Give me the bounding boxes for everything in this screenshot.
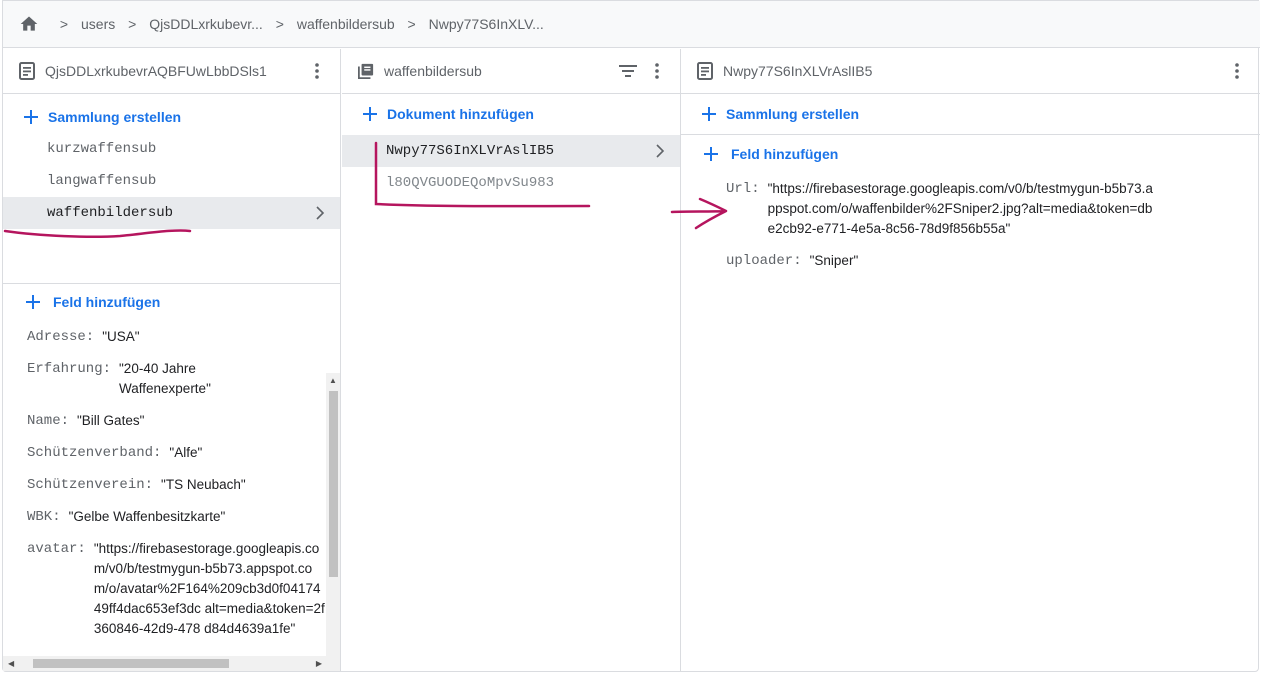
column-title: QjsDDLxrkubevrAQBFUwLbbDSls1 bbox=[45, 63, 267, 79]
scrollbar-thumb[interactable] bbox=[33, 659, 229, 668]
plus-icon bbox=[24, 110, 38, 124]
collection-icon bbox=[358, 63, 374, 79]
field-key: Schützenverband: bbox=[27, 445, 162, 461]
field-row: Adresse: "USA" bbox=[27, 327, 327, 347]
collection-item-label: waffenbildersub bbox=[47, 205, 174, 221]
document-item-selected[interactable]: Nwpy77S6InXLVrAslIB5 bbox=[342, 135, 680, 167]
field-key: uploader: bbox=[726, 253, 802, 269]
field-key: avatar: bbox=[27, 541, 86, 557]
field-row: Schützenverein: "TS Neubach" bbox=[27, 475, 327, 495]
breadcrumb: > users > QjsDDLxrkubevr... > waffenbild… bbox=[3, 1, 1260, 48]
breadcrumb-item-user-doc[interactable]: QjsDDLxrkubevr... bbox=[149, 16, 263, 32]
plus-icon bbox=[26, 295, 40, 309]
chevron-right-icon: > bbox=[275, 16, 284, 32]
column-title: waffenbildersub bbox=[384, 63, 482, 79]
start-collection-label: Sammlung erstellen bbox=[48, 109, 182, 125]
field-row: avatar: "https://firebasestorage.googlea… bbox=[27, 539, 327, 639]
column-header: waffenbildersub bbox=[342, 49, 680, 94]
more-vert-icon[interactable] bbox=[648, 62, 666, 80]
field-value: "Gelbe Waffenbesitzkarte" bbox=[68, 509, 226, 524]
user-document-column: QjsDDLxrkubevrAQBFUwLbbDSls1 Sammlung er… bbox=[3, 49, 341, 671]
document-item[interactable]: l80QVGUODEQoMpvSu983 bbox=[342, 167, 680, 199]
field-key: Adresse: bbox=[27, 329, 95, 345]
breadcrumb-item-document[interactable]: Nwpy77S6InXLV... bbox=[429, 16, 544, 32]
field-key: Schützenverein: bbox=[27, 477, 154, 493]
collection-item[interactable]: langwaffensub bbox=[3, 165, 340, 197]
field-value: "Alfe" bbox=[169, 445, 203, 460]
field-value: "TS Neubach" bbox=[161, 477, 246, 492]
field-row: Url: "https://firebasestorage.googleapis… bbox=[726, 179, 1196, 239]
field-value: "https://firebasestorage.googleapis.com/… bbox=[767, 181, 1153, 236]
chevron-right-icon bbox=[316, 206, 325, 220]
add-document-button[interactable]: Dokument hinzufügen bbox=[342, 94, 680, 134]
field-key: Url: bbox=[726, 181, 760, 197]
document-icon bbox=[19, 62, 35, 80]
column-title: Nwpy77S6InXLVrAslIB5 bbox=[723, 63, 873, 79]
field-value: "20-40 Jahre Waffenexperte" bbox=[119, 361, 211, 396]
chevron-right-icon: > bbox=[59, 16, 69, 32]
chevron-right-icon: > bbox=[128, 16, 137, 32]
field-row: Erfahrung: "20-40 Jahre Waffenexperte" bbox=[27, 359, 327, 399]
add-field-button[interactable]: Feld hinzufügen bbox=[3, 284, 340, 320]
field-key: Erfahrung: bbox=[27, 361, 112, 377]
field-row: WBK: "Gelbe Waffenbesitzkarte" bbox=[27, 507, 327, 527]
scroll-right-icon[interactable]: ▶ bbox=[316, 659, 322, 669]
field-key: WBK: bbox=[27, 509, 61, 525]
subcollection-column: waffenbildersub Dokument hinzufügen Nwpy… bbox=[342, 49, 681, 671]
more-vert-icon[interactable] bbox=[1228, 62, 1246, 80]
filter-icon[interactable] bbox=[618, 62, 638, 80]
chevron-right-icon bbox=[656, 144, 665, 158]
horizontal-scrollbar[interactable]: ◀ ▶ bbox=[3, 656, 327, 671]
collection-item-selected[interactable]: waffenbildersub bbox=[3, 197, 340, 229]
vertical-scrollbar[interactable]: ▲ ▼ bbox=[326, 373, 340, 671]
document-column: Nwpy77S6InXLVrAslIB5 Sammlung erstellen … bbox=[681, 49, 1260, 671]
document-item-label: Nwpy77S6InXLVrAslIB5 bbox=[386, 143, 555, 159]
start-collection-button[interactable]: Sammlung erstellen bbox=[3, 97, 340, 137]
firestore-data-panel: > users > QjsDDLxrkubevr... > waffenbild… bbox=[2, 0, 1260, 672]
start-collection-label: Sammlung erstellen bbox=[726, 106, 860, 122]
document-icon bbox=[697, 62, 713, 80]
field-value: "Sniper" bbox=[809, 253, 859, 268]
more-vert-icon[interactable] bbox=[308, 62, 326, 80]
breadcrumb-item-users[interactable]: users bbox=[81, 16, 115, 32]
add-field-button[interactable]: Feld hinzufügen bbox=[681, 135, 1260, 173]
breadcrumb-item-subcollection[interactable]: waffenbildersub bbox=[297, 16, 395, 32]
home-icon[interactable] bbox=[19, 14, 39, 34]
field-list: Adresse: "USA" Erfahrung: "20-40 Jahre W… bbox=[27, 327, 327, 657]
plus-icon bbox=[702, 107, 716, 121]
collection-item[interactable]: kurzwaffensub bbox=[3, 133, 340, 165]
add-field-label: Feld hinzufügen bbox=[53, 294, 161, 310]
scroll-up-icon[interactable]: ▲ bbox=[329, 376, 337, 386]
field-row: uploader: "Sniper" bbox=[726, 251, 1196, 271]
field-row: Name: "Bill Gates" bbox=[27, 411, 327, 431]
chevron-right-icon: > bbox=[407, 16, 416, 32]
field-list: Url: "https://firebasestorage.googleapis… bbox=[726, 179, 1196, 283]
add-field-label: Feld hinzufügen bbox=[731, 146, 839, 162]
field-value: "Bill Gates" bbox=[77, 413, 145, 428]
plus-icon bbox=[363, 107, 377, 121]
field-key: Name: bbox=[27, 413, 70, 429]
scroll-left-icon[interactable]: ◀ bbox=[8, 659, 14, 669]
field-value: "USA" bbox=[102, 329, 140, 344]
field-row: Schützenverband: "Alfe" bbox=[27, 443, 327, 463]
field-value: "https://firebasestorage.googleapis.com/… bbox=[93, 541, 325, 636]
column-header: Nwpy77S6InXLVrAslIB5 bbox=[681, 49, 1260, 94]
column-header: QjsDDLxrkubevrAQBFUwLbbDSls1 bbox=[3, 49, 340, 94]
add-document-label: Dokument hinzufügen bbox=[387, 106, 534, 122]
scrollbar-thumb[interactable] bbox=[329, 391, 338, 577]
start-collection-button[interactable]: Sammlung erstellen bbox=[681, 94, 1260, 134]
plus-icon bbox=[704, 147, 718, 161]
